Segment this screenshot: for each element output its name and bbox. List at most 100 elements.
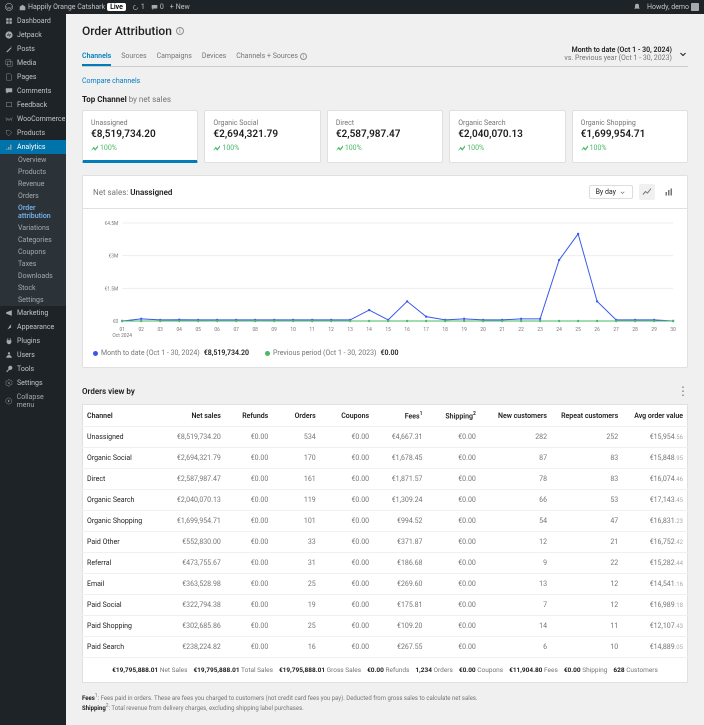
table-header[interactable]: Refunds: [225, 405, 272, 427]
channel-cards: Unassigned €8,519,734.20 100%Organic Soc…: [82, 110, 688, 163]
wp-logo-icon[interactable]: [5, 3, 13, 11]
svg-text:29: 29: [651, 327, 657, 333]
table-header[interactable]: Avg order value: [622, 405, 687, 427]
channel-card[interactable]: Organic Shopping €1,699,954.71 100%: [572, 110, 688, 163]
sidebar-item-media[interactable]: Media: [0, 56, 66, 70]
sub-variations[interactable]: Variations: [0, 222, 66, 234]
orders-table: ChannelNet salesRefundsOrdersCouponsFees…: [82, 404, 688, 658]
sidebar-item-feedback[interactable]: Feedback: [0, 98, 66, 112]
sub-overview[interactable]: Overview: [0, 154, 66, 166]
table-row[interactable]: Referral€473,755.67€0.0031€0.00€186.68€0…: [83, 553, 688, 574]
tab-campaigns[interactable]: Campaigns: [157, 48, 192, 65]
sidebar-item-dashboard[interactable]: Dashboard: [0, 14, 66, 28]
sub-stock[interactable]: Stock: [0, 282, 66, 294]
channel-card[interactable]: Organic Social €2,694,321.79 100%: [204, 110, 320, 163]
sidebar-item-woocommerce[interactable]: WooCommerce: [0, 112, 66, 126]
table-row[interactable]: Email€363,528.98€0.0025€0.00€269.60€0.00…: [83, 574, 688, 595]
orders-view-title: Orders view by: [82, 387, 135, 396]
svg-text:21: 21: [499, 327, 504, 333]
sub-products[interactable]: Products: [0, 166, 66, 178]
svg-text:08: 08: [252, 327, 258, 333]
info-icon[interactable]: i: [176, 27, 184, 35]
table-header[interactable]: Repeat customers: [551, 405, 622, 427]
svg-text:12: 12: [328, 327, 334, 333]
table-header[interactable]: Channel: [83, 405, 154, 427]
table-row[interactable]: Paid Social€322,794.38€0.0019€0.00€175.8…: [83, 595, 688, 616]
sidebar-item-posts[interactable]: Posts: [0, 42, 66, 56]
sidebar-item-tools[interactable]: Tools: [0, 362, 66, 376]
sidebar-item-users[interactable]: Users: [0, 348, 66, 362]
sub-taxes[interactable]: Taxes: [0, 258, 66, 270]
bar-chart-icon[interactable]: [661, 184, 677, 200]
comments-icon[interactable]: 0: [151, 3, 164, 11]
svg-text:€0: €0: [113, 319, 119, 325]
sub-order-attribution[interactable]: Order attribution: [0, 202, 66, 222]
sidebar-item-settings[interactable]: Settings: [0, 376, 66, 390]
chart-panel: Net sales: Unassigned By day €0€1.5M€3M€…: [82, 175, 688, 368]
table-header[interactable]: New customers: [480, 405, 551, 427]
admin-sidebar: Dashboard Jetpack Posts Media Pages Comm…: [0, 14, 66, 725]
table-row[interactable]: Direct€2,587,987.47€0.00161€0.00€1,871.5…: [83, 469, 688, 490]
tab-devices[interactable]: Devices: [202, 48, 226, 65]
sub-settings[interactable]: Settings: [0, 294, 66, 306]
table-row[interactable]: Unassigned€8,519,734.20€0.00534€0.00€4,6…: [83, 427, 688, 448]
sidebar-item-appearance[interactable]: Appearance: [0, 320, 66, 334]
date-range-picker[interactable]: Month to date (Oct 1 - 30, 2024) vs. Pre…: [564, 46, 688, 66]
table-row[interactable]: Paid Other€552,830.00€0.0033€0.00€371.87…: [83, 532, 688, 553]
sub-categories[interactable]: Categories: [0, 234, 66, 246]
table-header[interactable]: Fees1: [373, 405, 426, 427]
table-row[interactable]: Paid Search€238,224.82€0.0016€0.00€267.5…: [83, 637, 688, 658]
card-name: Unassigned: [91, 119, 189, 127]
channel-card[interactable]: Unassigned €8,519,734.20 100%: [82, 110, 198, 163]
card-value: €2,040,070.13: [458, 129, 556, 140]
updates-icon[interactable]: 1: [132, 3, 145, 11]
svg-text:18: 18: [442, 327, 448, 333]
notifications-icon[interactable]: [633, 3, 641, 11]
table-row[interactable]: Paid Shopping€302,685.86€0.0025€0.00€109…: [83, 616, 688, 637]
table-header[interactable]: Coupons: [320, 405, 373, 427]
interval-select[interactable]: By day: [589, 185, 633, 199]
table-row[interactable]: Organic Social€2,694,321.79€0.00170€0.00…: [83, 448, 688, 469]
card-value: €2,587,987.47: [336, 129, 434, 140]
svg-text:02: 02: [138, 327, 144, 333]
table-header[interactable]: Orders: [272, 405, 319, 427]
card-trend: 100%: [336, 144, 434, 152]
svg-text:11: 11: [309, 327, 314, 333]
channel-card[interactable]: Organic Search €2,040,070.13 100%: [449, 110, 565, 163]
table-row[interactable]: Organic Search€2,040,070.13€0.00119€0.00…: [83, 490, 688, 511]
sidebar-item-products[interactable]: Products: [0, 126, 66, 140]
sidebar-item-pages[interactable]: Pages: [0, 70, 66, 84]
tab-sources[interactable]: Sources: [121, 48, 146, 65]
sub-revenue[interactable]: Revenue: [0, 178, 66, 190]
sidebar-item-comments[interactable]: Comments: [0, 84, 66, 98]
line-chart-icon[interactable]: [639, 184, 655, 200]
svg-text:16: 16: [404, 327, 410, 333]
svg-text:05: 05: [195, 327, 201, 333]
sidebar-item-plugins[interactable]: Plugins: [0, 334, 66, 348]
site-name[interactable]: Happily Orange Catshark Live: [19, 3, 126, 11]
sub-downloads[interactable]: Downloads: [0, 270, 66, 282]
new-content[interactable]: + New: [170, 3, 190, 11]
tab-channels[interactable]: Channels: [82, 48, 111, 66]
compare-channels-link[interactable]: Compare channels: [82, 77, 140, 85]
svg-text:26: 26: [594, 327, 600, 333]
table-header[interactable]: Shipping2: [426, 405, 479, 427]
table-row[interactable]: Organic Shopping€1,699,954.71€0.00101€0.…: [83, 511, 688, 532]
page-title: Order Attributioni: [82, 24, 688, 38]
sidebar-item-marketing[interactable]: Marketing: [0, 306, 66, 320]
sub-orders[interactable]: Orders: [0, 190, 66, 202]
svg-text:27: 27: [613, 327, 619, 333]
table-header[interactable]: Net sales: [154, 405, 225, 427]
card-name: Direct: [336, 119, 434, 127]
collapse-menu[interactable]: Collapse menu: [0, 390, 66, 412]
sidebar-item-analytics[interactable]: Analytics: [0, 140, 66, 154]
sub-coupons[interactable]: Coupons: [0, 246, 66, 258]
kebab-menu-icon[interactable]: ⋮: [677, 384, 688, 398]
card-name: Organic Social: [213, 119, 311, 127]
sidebar-item-jetpack[interactable]: Jetpack: [0, 28, 66, 42]
info-icon[interactable]: i: [300, 53, 307, 60]
svg-text:23: 23: [537, 327, 543, 333]
howdy-user[interactable]: Howdy, demo: [647, 3, 699, 11]
channel-card[interactable]: Direct €2,587,987.47 100%: [327, 110, 443, 163]
tab-channels-sources[interactable]: Channels + Sourcesi: [236, 48, 307, 65]
